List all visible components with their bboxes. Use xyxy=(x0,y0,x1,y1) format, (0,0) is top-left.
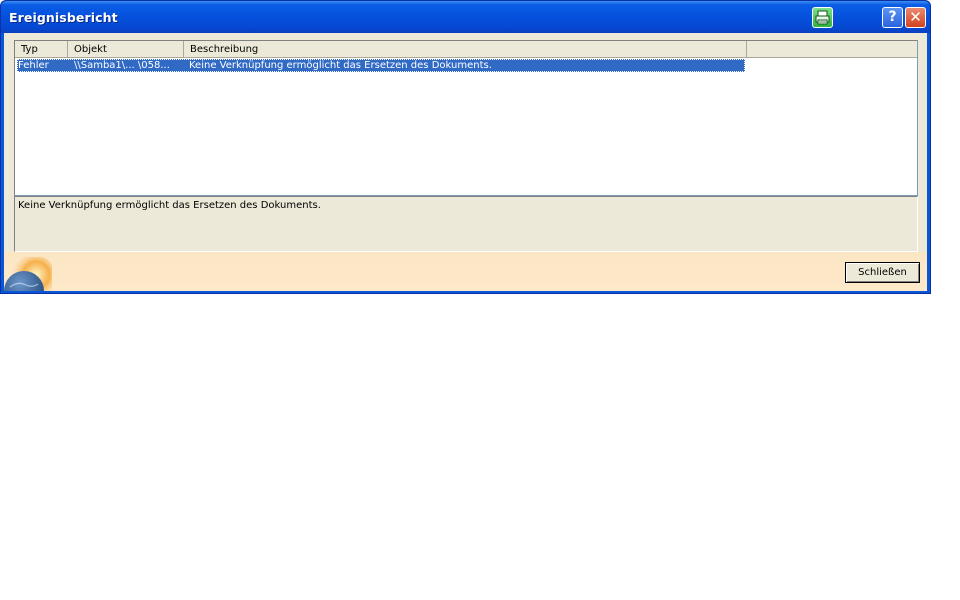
printer-icon-glyph xyxy=(815,10,830,25)
list-header: Typ Objekt Beschreibung xyxy=(15,41,917,58)
help-button[interactable]: ? xyxy=(882,7,903,28)
close-button[interactable]: Schließen xyxy=(845,262,920,283)
column-header-beschreibung[interactable]: Beschreibung xyxy=(184,41,747,57)
column-header-objekt[interactable]: Objekt xyxy=(68,41,184,57)
cell-beschreibung: Keine Verknüpfung ermöglicht das Ersetze… xyxy=(189,60,492,71)
description-panel: Keine Verknüpfung ermöglicht das Ersetze… xyxy=(14,196,918,252)
cell-typ: Fehler xyxy=(18,60,49,71)
description-text: Keine Verknüpfung ermöglicht das Ersetze… xyxy=(18,200,321,211)
close-window-button[interactable]: ✕ xyxy=(905,7,926,28)
column-header-empty[interactable] xyxy=(747,41,917,57)
globe-icon-glyph xyxy=(4,257,52,291)
table-row[interactable]: Fehler \\Samba1\... \058... Keine Verknü… xyxy=(17,59,745,72)
globe-icon xyxy=(4,257,52,291)
column-header-typ[interactable]: Typ xyxy=(15,41,68,57)
event-report-dialog: Ereignisbericht ? ✕ Typ Objekt Beschreib… xyxy=(0,0,931,294)
event-list[interactable]: Typ Objekt Beschreibung Fehler \\Samba1\… xyxy=(14,40,918,196)
cell-objekt: \\Samba1\... \058... xyxy=(74,60,170,71)
printer-icon[interactable] xyxy=(812,7,833,28)
dialog-body: Typ Objekt Beschreibung Fehler \\Samba1\… xyxy=(4,33,927,291)
title-bar[interactable]: Ereignisbericht ? ✕ xyxy=(1,1,930,33)
window-title: Ereignisbericht xyxy=(9,10,118,25)
